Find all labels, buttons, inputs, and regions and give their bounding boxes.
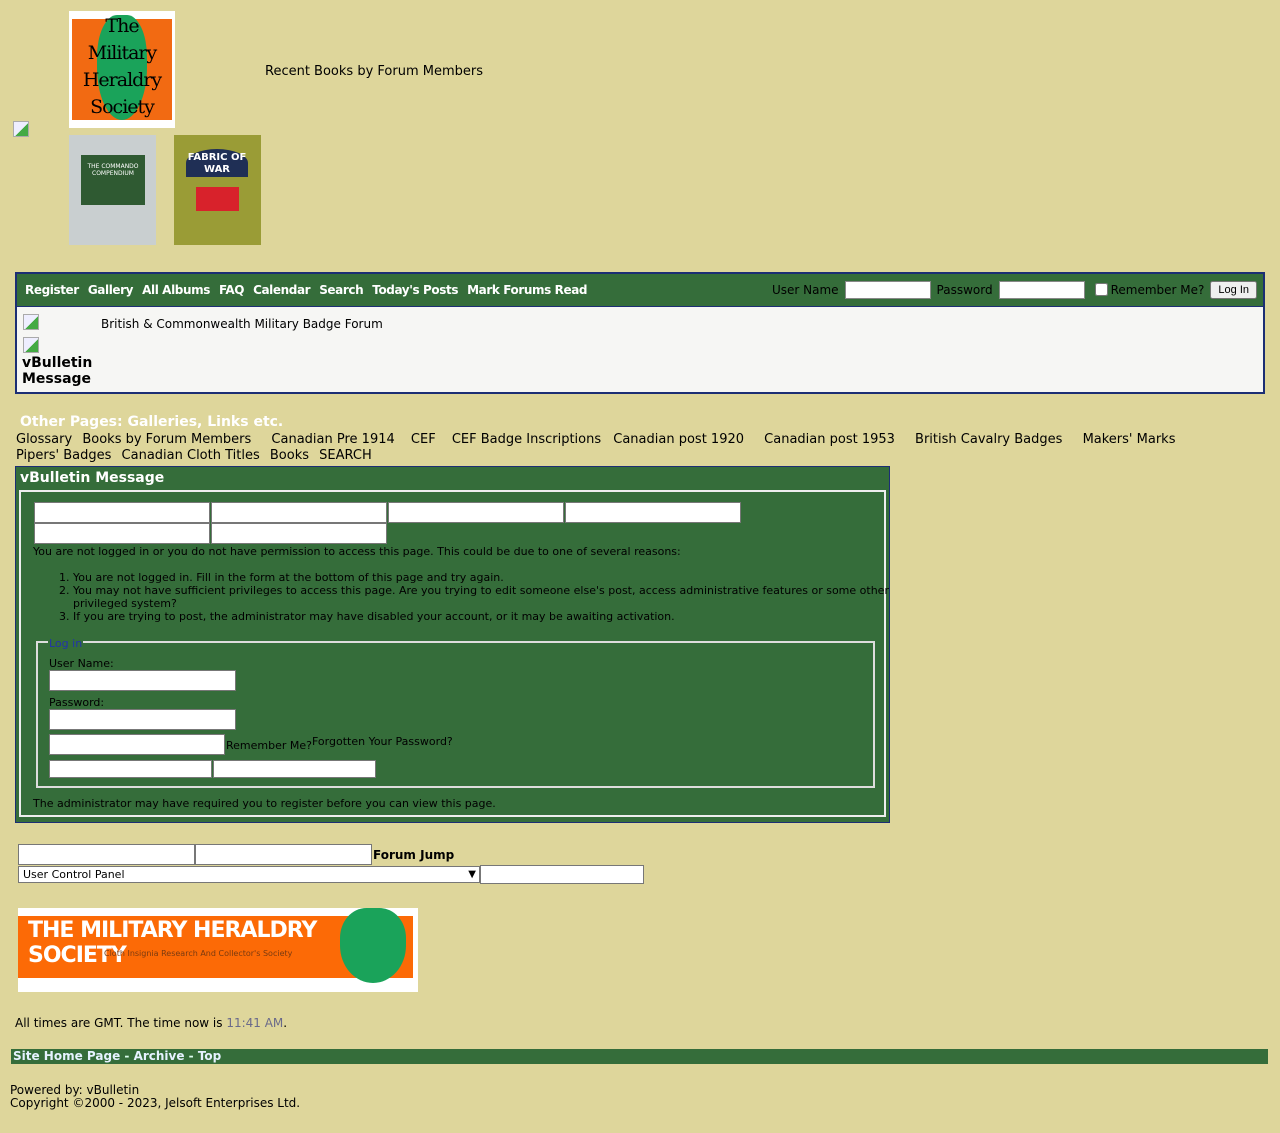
link-books-by-forum-members[interactable]: Books by Forum Members [82, 432, 251, 447]
message-intro: You are not logged in or you do not have… [33, 545, 681, 558]
forum-jump-select[interactable]: User Control Panel ▼ [18, 866, 480, 883]
message-footer: The administrator may have required you … [33, 797, 496, 810]
copyright: Powered by: vBulletin Copyright ©2000 - … [10, 1084, 300, 1110]
time-prefix: All times are GMT. The time now is [15, 1016, 227, 1030]
reset-button[interactable] [213, 760, 376, 778]
link-pipers-badges[interactable]: Pipers' Badges [16, 448, 111, 463]
nav-gallery[interactable]: Gallery [88, 283, 134, 297]
password-label: Password [936, 282, 993, 297]
remember-me-label: Remember Me? [226, 739, 312, 752]
username-label: User Name [771, 282, 839, 297]
archive-link[interactable]: Archive [134, 1049, 185, 1063]
reason-item: You may not have sufficient privileges t… [73, 584, 893, 610]
reasons-list: You are not logged in. Fill in the form … [33, 571, 893, 623]
current-time: 11:41 AM [226, 1016, 284, 1030]
link-canadian-pre-1914[interactable]: Canadian Pre 1914 [271, 432, 394, 447]
blank-field[interactable] [388, 502, 564, 523]
society-banner[interactable]: THE MILITARY HERALDRY SOCIETY Cloth Insi… [18, 908, 418, 992]
other-pages-links-row-2: Pipers' Badges Canadian Cloth Titles Boo… [16, 448, 378, 464]
link-cef[interactable]: CEF [411, 432, 436, 447]
go-button[interactable] [480, 865, 644, 884]
book-cover-fabric-of-war[interactable]: FABRIC OF WAR [174, 135, 261, 245]
copyright-text: Copyright ©2000 - 2023, Jelsoft Enterpri… [10, 1096, 301, 1110]
login-button[interactable]: Log In [1210, 280, 1257, 299]
broken-image-icon [13, 121, 29, 137]
forgot-password-link[interactable]: Forgotten Your Password? [312, 735, 453, 748]
footer-bar: Site Home Page - Archive - Top [11, 1049, 1268, 1064]
login-fieldset: Log in User Name: Password: Remember Me?… [36, 637, 875, 788]
banner-title: THE MILITARY HERALDRY SOCIETY [28, 918, 317, 968]
site-home-link[interactable]: Site Home Page [13, 1049, 120, 1063]
society-logo[interactable]: The Military Heraldry Society [69, 11, 175, 128]
link-cef-badge-inscriptions[interactable]: CEF Badge Inscriptions [452, 432, 601, 447]
time-info: All times are GMT. The time now is 11:41… [15, 1016, 287, 1030]
navbar: Register Gallery All Albums FAQ Calendar Sear… [15, 272, 1265, 308]
remember-me-label: Remember Me? [1110, 282, 1205, 297]
username-input[interactable] [844, 280, 931, 299]
breadcrumb[interactable]: British & Commonwealth Military Badge Fo… [101, 317, 383, 331]
reason-item: If you are trying to post, the administr… [73, 610, 893, 623]
nav-search[interactable]: Search [319, 283, 363, 297]
link-canadian-post-1920[interactable]: Canadian post 1920 [613, 432, 744, 447]
nav-mark-forums-read[interactable]: Mark Forums Read [467, 283, 587, 297]
top-link[interactable]: Top [198, 1049, 221, 1063]
username-label: User Name: [49, 657, 114, 670]
book-cover-commando-compendium[interactable]: THE COMMANDO COMPENDIUM [69, 135, 156, 245]
forum-jump-label: Forum Jump [373, 848, 455, 862]
login-legend: Log in [48, 637, 84, 650]
blank-field[interactable] [211, 502, 387, 523]
blank-field[interactable] [195, 844, 372, 865]
nav-todays-posts[interactable]: Today's Posts [372, 283, 458, 297]
time-suffix: . [283, 1016, 288, 1030]
remember-me-field[interactable] [49, 734, 225, 755]
other-pages-links-row-1: Glossary Books by Forum Members Canadian… [16, 432, 1181, 448]
login-username-input[interactable] [49, 670, 236, 691]
password-input[interactable] [998, 280, 1085, 299]
nav-calendar[interactable]: Calendar [253, 283, 311, 297]
link-canadian-cloth-titles[interactable]: Canadian Cloth Titles [122, 448, 260, 463]
recent-books-title: Recent Books by Forum Members [265, 64, 483, 79]
login-password-input[interactable] [49, 709, 236, 730]
blank-field[interactable] [34, 523, 210, 544]
page-title: vBulletin Message [22, 355, 93, 387]
login-submit-button[interactable] [49, 760, 212, 778]
link-british-cavalry-badges[interactable]: British Cavalry Badges [915, 432, 1062, 447]
message-title: vBulletin Message [20, 470, 165, 486]
remember-me-checkbox[interactable] [1094, 283, 1108, 296]
other-pages-title: Other Pages: Galleries, Links etc. [20, 414, 284, 430]
blank-field[interactable] [34, 502, 210, 523]
blank-field[interactable] [565, 502, 741, 523]
reason-item: You are not logged in. Fill in the form … [73, 571, 893, 584]
message-panel: vBulletin Message You are not logged in … [15, 466, 890, 823]
forum-jump-selected: User Control Panel [23, 868, 125, 881]
password-label: Password: [49, 696, 105, 709]
link-canadian-post-1953[interactable]: Canadian post 1953 [764, 432, 895, 447]
broken-image-icon [23, 337, 39, 353]
blank-field[interactable] [18, 844, 195, 865]
nav-register[interactable]: Register [25, 283, 79, 297]
link-makers-marks[interactable]: Makers' Marks [1083, 432, 1176, 447]
chevron-down-icon: ▼ [468, 869, 476, 880]
banner-subtitle: Cloth Insignia Research And Collector's … [104, 949, 293, 958]
broken-image-icon [23, 314, 39, 330]
forum-header: British & Commonwealth Military Badge Fo… [15, 307, 1265, 394]
nav-all-albums[interactable]: All Albums [142, 283, 210, 297]
nav-faq[interactable]: FAQ [219, 283, 245, 297]
link-glossary[interactable]: Glossary [16, 432, 72, 447]
blank-field[interactable] [211, 523, 387, 544]
link-books[interactable]: Books [270, 448, 309, 463]
link-search[interactable]: SEARCH [319, 448, 372, 463]
